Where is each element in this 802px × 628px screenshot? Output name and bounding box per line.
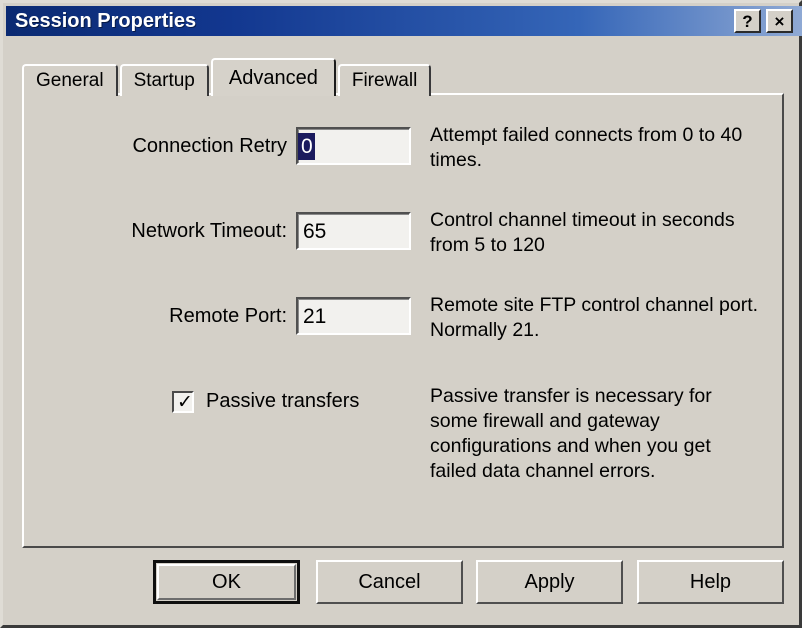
connection-retry-label: Connection Retry xyxy=(132,135,287,157)
help-titlebar-button[interactable]: ? xyxy=(734,9,761,33)
passive-transfers-checkbox[interactable]: ✓ xyxy=(172,390,194,413)
session-properties-dialog: Session Properties ? × General Startup A… xyxy=(0,0,802,628)
titlebar-button-group: ? × xyxy=(734,9,793,33)
checkmark-icon: ✓ xyxy=(177,390,193,413)
remote-port-description: Remote site FTP control channel port. No… xyxy=(430,294,759,341)
apply-button[interactable]: Apply xyxy=(476,560,623,604)
passive-transfers-checkbox-group[interactable]: ✓ Passive transfers xyxy=(172,390,359,413)
tab-strip: General Startup Advanced Firewall xyxy=(22,58,433,96)
ok-button-label: OK xyxy=(157,564,296,600)
remote-port-row: Remote Port: 21 Remote site FTP control … xyxy=(24,294,782,341)
tab-general[interactable]: General xyxy=(22,64,118,96)
network-timeout-description: Control channel timeout in seconds from … xyxy=(430,209,735,256)
ok-button[interactable]: OK xyxy=(153,560,300,604)
tab-advanced[interactable]: Advanced xyxy=(210,58,336,96)
passive-transfers-description: Passive transfer is necessary for some f… xyxy=(430,385,712,482)
tab-firewall[interactable]: Firewall xyxy=(337,64,432,96)
advanced-tab-panel: Connection Retry 0 Attempt failed connec… xyxy=(22,93,784,548)
connection-retry-description: Attempt failed connects from 0 to 40 tim… xyxy=(430,124,743,171)
connection-retry-row: Connection Retry 0 Attempt failed connec… xyxy=(24,124,782,171)
network-timeout-value: 65 xyxy=(303,219,327,243)
connection-retry-value: 0 xyxy=(298,132,315,160)
cancel-button[interactable]: Cancel xyxy=(316,560,463,604)
passive-transfers-label: Passive transfers xyxy=(206,390,360,412)
connection-retry-input[interactable]: 0 xyxy=(296,127,411,165)
tab-startup[interactable]: Startup xyxy=(119,64,209,96)
window-title: Session Properties xyxy=(15,9,197,32)
remote-port-value: 21 xyxy=(303,304,327,328)
close-titlebar-button[interactable]: × xyxy=(766,9,793,33)
titlebar: Session Properties ? × xyxy=(6,6,802,36)
remote-port-input[interactable]: 21 xyxy=(296,297,411,335)
help-button[interactable]: Help xyxy=(637,560,784,604)
dialog-button-bar: OK Cancel Apply Help xyxy=(3,560,802,608)
network-timeout-row: Network Timeout: 65 Control channel time… xyxy=(24,209,782,256)
remote-port-label: Remote Port: xyxy=(169,305,287,327)
network-timeout-input[interactable]: 65 xyxy=(296,212,411,250)
network-timeout-label: Network Timeout: xyxy=(131,220,287,242)
